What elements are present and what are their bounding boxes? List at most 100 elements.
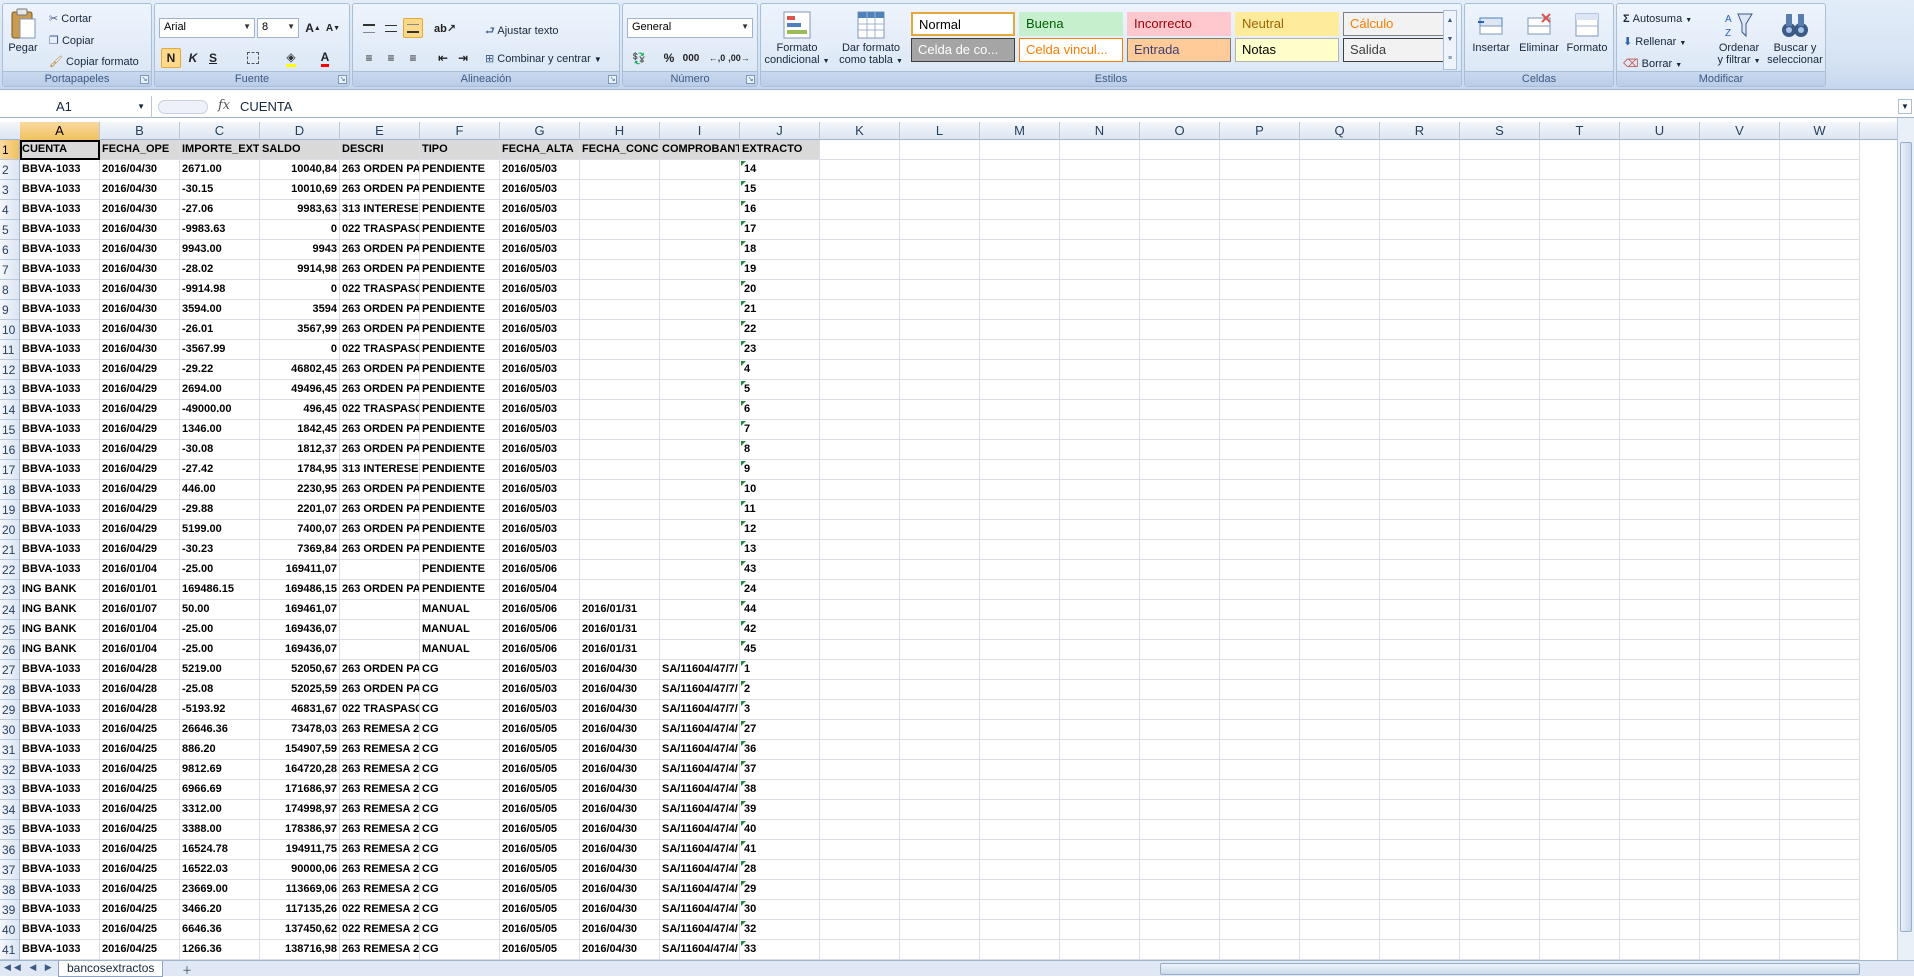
cell-j28[interactable]: 2 <box>740 680 820 700</box>
cell-a20[interactable]: BBVA-1033 <box>20 520 100 540</box>
cell-p27[interactable] <box>1220 660 1300 680</box>
cell-j37[interactable]: 28 <box>740 860 820 880</box>
clear-button[interactable]: ⌫ Borrar ▼ <box>1623 57 1682 70</box>
cell-a31[interactable]: BBVA-1033 <box>20 740 100 760</box>
cell-l40[interactable] <box>900 920 980 940</box>
cell-j22[interactable]: 43 <box>740 560 820 580</box>
cell-g39[interactable]: 2016/05/05 <box>500 900 580 920</box>
cell-o41[interactable] <box>1140 940 1220 960</box>
cell-o10[interactable] <box>1140 320 1220 340</box>
cell-c39[interactable]: 3466.20 <box>180 900 260 920</box>
cell-l9[interactable] <box>900 300 980 320</box>
cell-g25[interactable]: 2016/05/06 <box>500 620 580 640</box>
cell-t28[interactable] <box>1540 680 1620 700</box>
column-header-w[interactable]: W <box>1780 122 1860 140</box>
cell-style-4[interactable]: Neutral <box>1235 12 1339 36</box>
row-header[interactable]: 29 <box>0 700 20 720</box>
cell-u3[interactable] <box>1620 180 1700 200</box>
cell-h2[interactable] <box>580 160 660 180</box>
cell-m41[interactable] <box>980 940 1060 960</box>
cell-r12[interactable] <box>1380 360 1460 380</box>
cell-b16[interactable]: 2016/04/29 <box>100 440 180 460</box>
cell-d1[interactable]: SALDO <box>260 140 340 160</box>
column-header-n[interactable]: N <box>1060 122 1140 140</box>
cell-h32[interactable]: 2016/04/30 <box>580 760 660 780</box>
cell-q4[interactable] <box>1300 200 1380 220</box>
cell-j41[interactable]: 33 <box>740 940 820 960</box>
cell-b20[interactable]: 2016/04/29 <box>100 520 180 540</box>
cell-o2[interactable] <box>1140 160 1220 180</box>
cell-s35[interactable] <box>1460 820 1540 840</box>
cell-b29[interactable]: 2016/04/28 <box>100 700 180 720</box>
cell-j18[interactable]: 10 <box>740 480 820 500</box>
cell-t14[interactable] <box>1540 400 1620 420</box>
cell-l29[interactable] <box>900 700 980 720</box>
cell-q34[interactable] <box>1300 800 1380 820</box>
cell-m5[interactable] <box>980 220 1060 240</box>
cell-e22[interactable] <box>340 560 420 580</box>
cell-a29[interactable]: BBVA-1033 <box>20 700 100 720</box>
cell-a15[interactable]: BBVA-1033 <box>20 420 100 440</box>
cell-m32[interactable] <box>980 760 1060 780</box>
cell-h21[interactable] <box>580 540 660 560</box>
cell-b1[interactable]: FECHA_OPE <box>100 140 180 160</box>
cell-i35[interactable]: SA/11604/47/4/ <box>660 820 740 840</box>
cell-q41[interactable] <box>1300 940 1380 960</box>
cell-v25[interactable] <box>1700 620 1780 640</box>
cell-e40[interactable]: 022 REMESA 25 <box>340 920 420 940</box>
cell-q38[interactable] <box>1300 880 1380 900</box>
cell-a23[interactable]: ING BANK <box>20 580 100 600</box>
cell-l2[interactable] <box>900 160 980 180</box>
cell-w15[interactable] <box>1780 420 1860 440</box>
cell-v36[interactable] <box>1700 840 1780 860</box>
cell-q9[interactable] <box>1300 300 1380 320</box>
cell-j17[interactable]: 9 <box>740 460 820 480</box>
cell-m12[interactable] <box>980 360 1060 380</box>
cell-h7[interactable] <box>580 260 660 280</box>
cell-n6[interactable] <box>1060 240 1140 260</box>
cell-a28[interactable]: BBVA-1033 <box>20 680 100 700</box>
column-header-k[interactable]: K <box>820 122 900 140</box>
cell-a10[interactable]: BBVA-1033 <box>20 320 100 340</box>
cell-t4[interactable] <box>1540 200 1620 220</box>
cell-b3[interactable]: 2016/04/30 <box>100 180 180 200</box>
cell-h27[interactable]: 2016/04/30 <box>580 660 660 680</box>
cell-h11[interactable] <box>580 340 660 360</box>
cell-j16[interactable]: 8 <box>740 440 820 460</box>
cell-o11[interactable] <box>1140 340 1220 360</box>
cell-l25[interactable] <box>900 620 980 640</box>
cell-u25[interactable] <box>1620 620 1700 640</box>
cell-r9[interactable] <box>1380 300 1460 320</box>
cell-k14[interactable] <box>820 400 900 420</box>
column-header-o[interactable]: O <box>1140 122 1220 140</box>
cell-e28[interactable]: 263 ORDEN PA <box>340 680 420 700</box>
cell-e29[interactable]: 022 TRASPASO <box>340 700 420 720</box>
cell-u31[interactable] <box>1620 740 1700 760</box>
cell-f15[interactable]: PENDIENTE <box>420 420 500 440</box>
cell-k38[interactable] <box>820 880 900 900</box>
cell-e2[interactable]: 263 ORDEN PA <box>340 160 420 180</box>
cell-c8[interactable]: -9914.98 <box>180 280 260 300</box>
cell-n13[interactable] <box>1060 380 1140 400</box>
column-header-u[interactable]: U <box>1620 122 1700 140</box>
cell-style-7[interactable]: Celda vincul... <box>1019 38 1123 62</box>
cell-l36[interactable] <box>900 840 980 860</box>
cell-u34[interactable] <box>1620 800 1700 820</box>
cell-s34[interactable] <box>1460 800 1540 820</box>
cell-i27[interactable]: SA/11604/47/7/ <box>660 660 740 680</box>
cell-q22[interactable] <box>1300 560 1380 580</box>
cell-s11[interactable] <box>1460 340 1540 360</box>
cell-style-6[interactable]: Celda de co... <box>911 38 1015 62</box>
cell-b8[interactable]: 2016/04/30 <box>100 280 180 300</box>
cell-m39[interactable] <box>980 900 1060 920</box>
cell-e19[interactable]: 263 ORDEN PA <box>340 500 420 520</box>
cell-g27[interactable]: 2016/05/03 <box>500 660 580 680</box>
cell-o5[interactable] <box>1140 220 1220 240</box>
cell-k19[interactable] <box>820 500 900 520</box>
cell-a6[interactable]: BBVA-1033 <box>20 240 100 260</box>
cell-e24[interactable] <box>340 600 420 620</box>
cell-t31[interactable] <box>1540 740 1620 760</box>
cell-c22[interactable]: -25.00 <box>180 560 260 580</box>
cell-k31[interactable] <box>820 740 900 760</box>
name-box[interactable]: A1 ▼ <box>0 96 152 118</box>
